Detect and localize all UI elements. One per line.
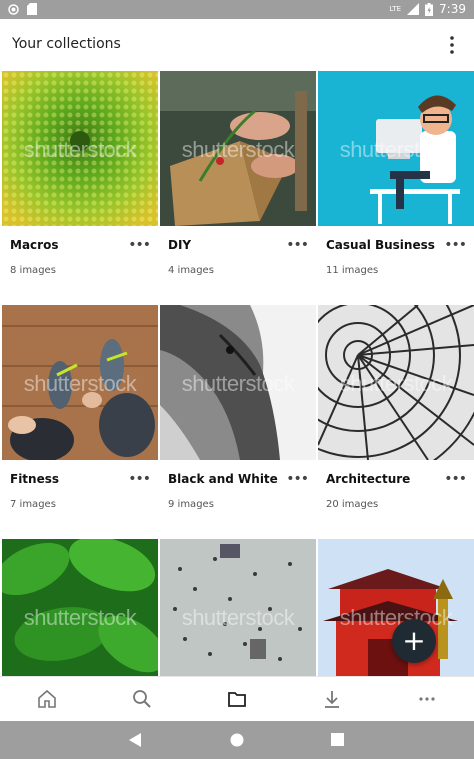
collection-title: Architecture [326,472,411,486]
collection-title: Fitness [10,472,60,486]
collection-count: 8 images [10,265,56,276]
bottom-nav [0,676,474,722]
collection-thumbnail[interactable]: shutterstock [318,539,474,676]
watermark: shutterstock [181,371,295,396]
battery-icon [425,2,434,16]
home-icon[interactable] [37,689,57,709]
collection-title: Black and White [168,472,278,486]
watermark: shutterstock [339,371,453,396]
app-bar: Your collections [0,19,474,71]
network-type: LTE [389,5,402,13]
home-button-icon[interactable] [230,733,244,747]
more-horiz-icon[interactable] [417,689,437,709]
more-vert-icon[interactable] [448,35,456,55]
watermark: shutterstock [23,605,137,630]
add-collection-button[interactable]: + [392,619,436,663]
collection-thumbnail[interactable]: shutterstock [160,539,316,676]
collection-thumbnail[interactable]: shutterstock [160,71,316,226]
collection-title: Macros [10,238,59,252]
more-horiz-icon[interactable]: ••• [128,237,151,253]
watermark: shutterstock [23,371,137,396]
status-bar: LTE 7:39 [0,0,474,19]
page-title: Your collections [12,36,121,52]
collection-thumbnail[interactable]: shutterstock [2,539,158,676]
collection-title: Casual Business [326,238,435,252]
watermark: shutterstock [23,137,137,162]
signal-icon [407,3,420,15]
collection-count: 20 images [326,499,379,510]
system-nav-bar [0,721,474,759]
collection-count: 9 images [168,499,214,510]
more-horiz-icon[interactable]: ••• [286,471,309,487]
collection-thumbnail[interactable]: shutterstock [2,305,158,460]
sd-card-icon [27,3,37,15]
collection-thumbnail[interactable]: shutterstock [318,71,474,226]
watermark: shutterstock [339,137,453,162]
collection-title: DIY [168,238,192,252]
clock: 7:39 [439,2,466,16]
watermark: shutterstock [181,605,295,630]
collection-count: 4 images [168,265,214,276]
collection-thumbnail[interactable]: shutterstock [2,71,158,226]
recents-icon[interactable] [331,733,344,746]
collections-icon[interactable] [227,689,247,709]
search-icon[interactable] [132,689,152,709]
collection-thumbnail[interactable]: shutterstock [160,305,316,460]
watermark: shutterstock [181,137,295,162]
collection-count: 7 images [10,499,56,510]
more-horiz-icon[interactable]: ••• [286,237,309,253]
collection-thumbnail[interactable]: shutterstock [318,305,474,460]
more-horiz-icon[interactable]: ••• [444,471,467,487]
notification-circle-icon [8,3,19,15]
more-horiz-icon[interactable]: ••• [128,471,151,487]
download-icon[interactable] [322,689,342,709]
back-icon[interactable] [129,733,143,747]
more-horiz-icon[interactable]: ••• [444,237,467,253]
collection-count: 11 images [326,265,379,276]
